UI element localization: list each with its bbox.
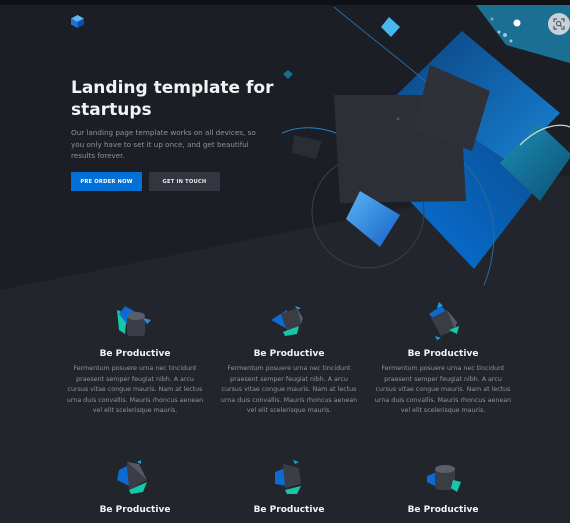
prism-icon <box>429 302 459 340</box>
particle-dot <box>497 30 501 34</box>
feature-text: Fermentum posuere urna nec tincidunt pra… <box>66 365 204 415</box>
particle-dot <box>513 19 521 27</box>
get-in-touch-button[interactable]: GET IN TOUCH <box>149 172 220 191</box>
image-search-icon <box>553 18 565 30</box>
particle-dot <box>503 33 507 37</box>
feature-card: Be Productive Fermentum posuere urna nec… <box>368 300 518 417</box>
particle-dot <box>509 39 513 43</box>
cube-icon <box>275 460 301 494</box>
feature-title: Be Productive <box>407 505 479 515</box>
cylinder-icon <box>117 306 151 336</box>
feature-title: Be Productive <box>253 505 325 515</box>
feature-card: Be Productive <box>60 456 210 516</box>
feature-title: Be Productive <box>99 349 171 359</box>
feature-title: Be Productive <box>253 349 325 359</box>
feature-card: Be Productive Fermentum posuere urna nec… <box>60 300 210 417</box>
particle-dot <box>396 117 400 121</box>
image-search-button[interactable] <box>548 13 570 35</box>
cube-logo-icon[interactable] <box>71 15 84 28</box>
feature-card: Be Productive Fermentum posuere urna nec… <box>214 300 364 417</box>
cube-icon <box>271 306 303 336</box>
hero-description: Our landing page template works on all d… <box>71 128 256 161</box>
feature-card: Be Productive <box>214 456 364 516</box>
hero-title: Landing template for startups <box>71 78 274 120</box>
feature-title: Be Productive <box>407 349 479 359</box>
feature-card: Be Productive <box>368 456 518 516</box>
feature-text: Fermentum posuere urna nec tincidunt pra… <box>374 365 512 415</box>
feature-text: Fermentum posuere urna nec tincidunt pra… <box>220 365 358 415</box>
particle-dot <box>490 17 494 21</box>
cylinder-icon <box>427 465 461 492</box>
landing-page: Landing template for startups Our landin… <box>0 5 570 523</box>
feature-title: Be Productive <box>99 505 171 515</box>
pre-order-button[interactable]: PRE ORDER NOW <box>71 172 142 191</box>
pyramid-icon <box>117 460 147 494</box>
